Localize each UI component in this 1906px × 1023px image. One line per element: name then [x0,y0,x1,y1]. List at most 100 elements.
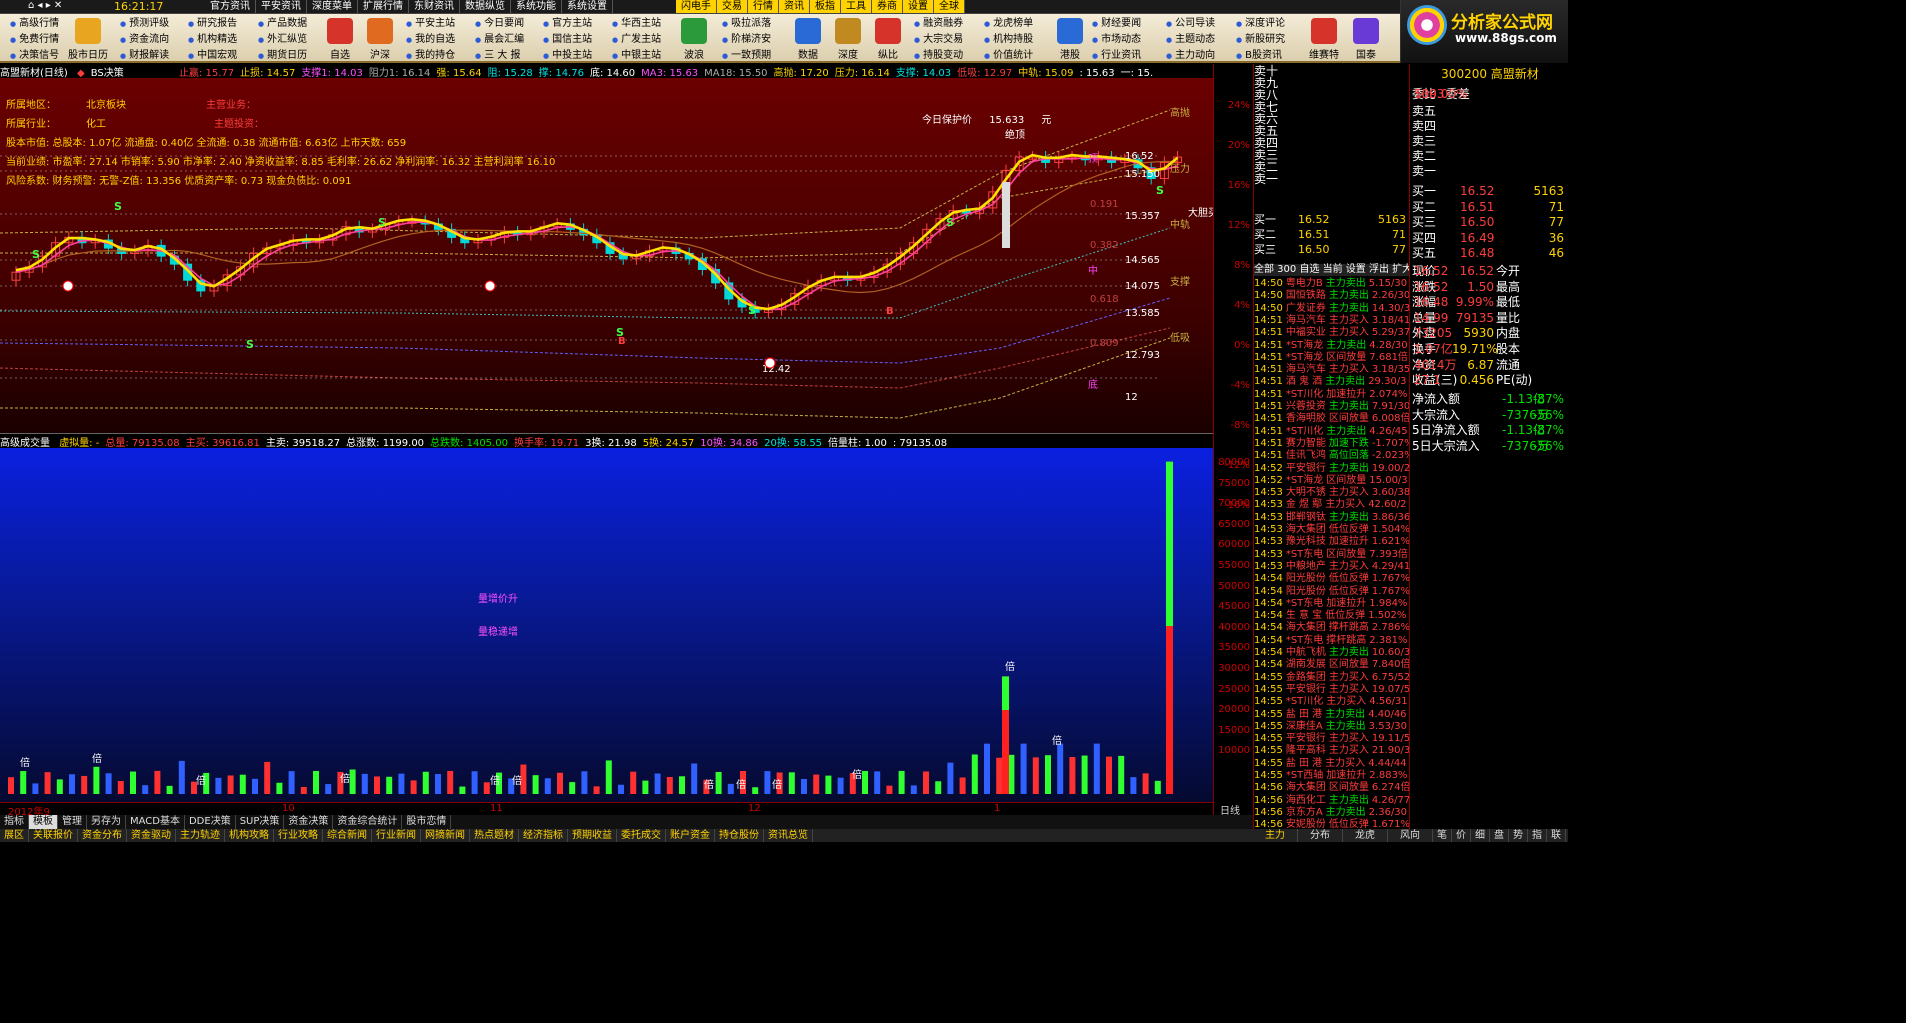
toolbar-button-big4[interactable]: 波浪 [672,18,716,61]
indicator-tab-2[interactable]: 管理 [58,815,87,829]
tape-row[interactable]: 14:54 阳光股份 低位反弹 1.767% [1254,586,1409,598]
toolbar-link[interactable]: 深度评论 [1236,16,1285,32]
tape-row[interactable]: 14:50 粤电力B 主力卖出 5.15/30 [1254,278,1409,290]
right-tab-7[interactable]: 盘 [1490,829,1509,842]
toolbar-link[interactable]: 持股变动 [914,48,963,64]
status-tab-16[interactable]: 资讯总览 [764,829,813,842]
indicator-tab-1[interactable]: 模板 [29,815,58,829]
tape-row[interactable]: 14:54 湖南发展 区间放量 7.840倍 [1254,659,1409,671]
tape-row[interactable]: 14:51 *ST海龙 区间放量 7.681倍 [1254,352,1409,364]
toolbar-button-big3[interactable]: 沪深 [358,18,402,61]
quick-item-8[interactable]: 全球 [934,0,965,13]
toolbar-link[interactable]: 吸拉派落 [722,16,771,32]
toolbar-link[interactable]: 资金流向 [120,32,169,48]
tape-row[interactable]: 14:54 海大集团 撑杆跳高 2.786% [1254,622,1409,634]
toolbar-link[interactable]: 融资融券 [914,16,963,32]
tape-row[interactable]: 14:53 *ST东电 区间放量 7.393倍 [1254,549,1409,561]
toolbar-link[interactable]: 一致预期 [722,48,771,64]
quick-item-2[interactable]: 行情 [748,0,779,13]
tape-row[interactable]: 14:51佳讯飞鸿高位回落-2.023% [1254,450,1409,462]
tape-row[interactable]: 14:55 金路集团 主力买入 6.75/52 [1254,672,1409,684]
toolbar-link[interactable]: 我的自选 [406,32,455,48]
toolbar-button-big2[interactable]: 自选 [318,18,362,61]
toolbar-link[interactable]: 预测评级 [120,16,169,32]
right-tab-5[interactable]: 价 [1452,829,1471,842]
tape-row[interactable]: 14:56 海大集团 区间放量 6.274倍 [1254,782,1409,794]
indicator-tab-8[interactable]: 资金综合统计 [333,815,403,829]
toolbar-link[interactable]: 价值统计 [984,48,1033,64]
toolbar-link[interactable]: 产品数据 [258,16,307,32]
right-tab-6[interactable]: 细 [1471,829,1490,842]
quick-item-0[interactable]: 闪电手 [676,0,717,13]
tape-row[interactable]: 14:54 中航飞机 主力卖出 10.60/3 [1254,647,1409,659]
toolbar-button-big5[interactable]: 数据 [786,18,830,61]
toolbar-link[interactable]: 三 大 报 [475,48,524,64]
toolbar-link[interactable]: 机构持股 [984,32,1033,48]
toolbar-link[interactable]: 行业资讯 [1092,48,1141,64]
tape-row[interactable]: 14:51赛力智能加速下跌-1.707% [1254,438,1409,450]
menu-item-4[interactable]: 东财资讯 [409,0,460,13]
tape-row[interactable]: 14:51 *ST川化 加速拉升 2.074% [1254,389,1409,401]
tape-row[interactable]: 14:51 中福实业 主力买入 5.29/37 [1254,327,1409,339]
indicator-tab-5[interactable]: DDE决策 [185,815,236,829]
tape-row[interactable]: 14:53 邯郸钢钛 主力卖出 3.86/36 [1254,512,1409,524]
status-tab-10[interactable]: 热点题材 [470,829,519,842]
right-tab-8[interactable]: 势 [1509,829,1528,842]
toolbar-link[interactable]: 期货日历 [258,48,307,64]
toolbar-link[interactable]: 今日要闻 [475,16,524,32]
candlestick-panel[interactable]: 高抛压力中轨支撑低吸 顶中底 大胆买 16.52 15.150 15.357 0.191 0.… [0,78,1213,433]
toolbar-link[interactable]: 高级行情 [10,16,59,32]
toolbar-link[interactable]: 免费行情 [10,32,59,48]
tape-row[interactable]: 14:53 豫光科技 加速拉升 1.621% [1254,536,1409,548]
home-icon[interactable]: ⌂ ◂ ▸ ✕ [28,0,62,11]
status-tab-12[interactable]: 预期收益 [568,829,617,842]
toolbar-link[interactable]: 华西主站 [612,16,661,32]
toolbar-button-big10[interactable]: 国泰 [1344,18,1388,61]
tape-row[interactable]: 14:55 平安银行 主力买入 19.07/5 [1254,684,1409,696]
toolbar-link[interactable]: 中投主站 [543,48,592,64]
status-tab-3[interactable]: 资金驱动 [127,829,176,842]
status-tab-1[interactable]: 关联报价 [29,829,78,842]
indicator-tab-6[interactable]: SUP决策 [236,815,285,829]
toolbar-link[interactable]: 主题动态 [1166,32,1215,48]
status-tab-6[interactable]: 行业攻略 [274,829,323,842]
tape-row[interactable]: 14:55 深康佳A 主力卖出 3.53/30 [1254,721,1409,733]
volume-panel[interactable]: 倍倍倍倍倍倍倍倍倍倍倍倍 量增价升 量稳递增 [0,448,1213,802]
tape-row[interactable]: 14:55 隆平高科 主力买入 21.90/3 [1254,745,1409,757]
tape-row[interactable]: 14:50 广发证券 主力卖出 14.30/3 [1254,303,1409,315]
status-tab-4[interactable]: 主力轨迹 [176,829,225,842]
tape-row[interactable]: 14:56 海西化工 主力卖出 4.26/77 [1254,795,1409,807]
toolbar-link[interactable]: 主力动向 [1166,48,1215,64]
toolbar-link[interactable]: 广发主站 [612,32,661,48]
indicator-tab-9[interactable]: 股市恋情 [402,815,452,829]
menu-item-5[interactable]: 数据纵览 [460,0,511,13]
toolbar-link[interactable]: 公司导读 [1166,16,1215,32]
status-tab-9[interactable]: 网摘新闻 [421,829,470,842]
tape-row[interactable]: 14:51 *ST川化 主力卖出 4.26/45 [1254,426,1409,438]
toolbar-link[interactable]: 外汇纵览 [258,32,307,48]
toolbar-link[interactable]: 市场动态 [1092,32,1141,48]
tape-row[interactable]: 14:51 兴蓉投资 主力卖出 7.91/30 [1254,401,1409,413]
tape-row[interactable]: 14:54 生 意 宝低位反弹 1.502% [1254,610,1409,622]
menu-item-6[interactable]: 系统功能 [511,0,562,13]
quick-item-6[interactable]: 券商 [872,0,903,13]
toolbar-link[interactable]: B股资讯 [1236,48,1285,64]
tape-row[interactable]: 14:55 盐 田 港主力卖出 4.40/46 [1254,709,1409,721]
toolbar-link[interactable]: 国信主站 [543,32,592,48]
status-tab-0[interactable]: 展区 [0,829,29,842]
tape-row[interactable]: 14:51 香海明胶 区间放量 6.008倍 [1254,413,1409,425]
indicator-tab-7[interactable]: 资金决策 [284,815,334,829]
tape-row[interactable]: 14:51 海马汽车 主力买入 3.18/41 [1254,315,1409,327]
toolbar-link[interactable]: 财经要闻 [1092,16,1141,32]
toolbar-link[interactable]: 决策信号 [10,48,59,64]
toolbar-link[interactable]: 中国宏观 [188,48,237,64]
toolbar-button-big1[interactable]: 股市日历 [66,18,110,61]
status-tab-5[interactable]: 机构攻略 [225,829,274,842]
menu-item-3[interactable]: 扩展行情 [358,0,409,13]
status-tab-7[interactable]: 综合新闻 [323,829,372,842]
tape-row[interactable]: 14:54 *ST东电 撑杆跳高 2.381% [1254,635,1409,647]
status-tab-2[interactable]: 资金分布 [78,829,127,842]
tape-row[interactable]: 14:55 *ST西轴 加速拉升 2.883% [1254,770,1409,782]
tape-row[interactable]: 14:52 平安银行 主力卖出 19.00/2 [1254,463,1409,475]
toolbar-link[interactable]: 官方主站 [543,16,592,32]
